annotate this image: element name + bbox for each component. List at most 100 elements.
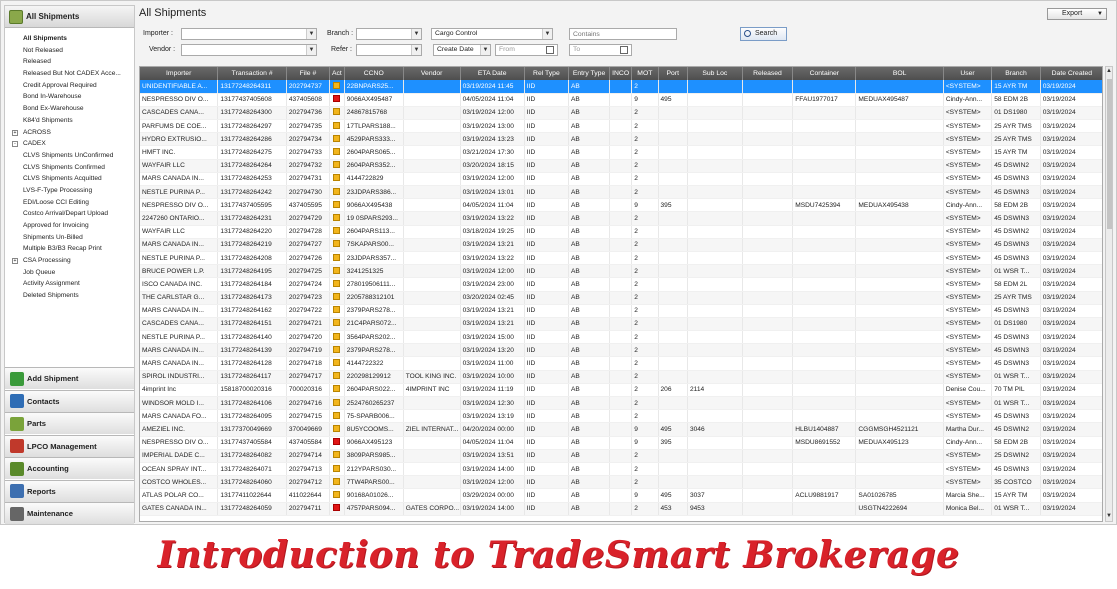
warning-status-icon[interactable] [333, 279, 341, 287]
column-header[interactable]: Branch [991, 67, 1041, 80]
column-header[interactable]: MOT [631, 67, 659, 80]
sidebar-item[interactable]: CLVS Shipments Acquitted [8, 173, 134, 185]
warning-status-icon[interactable] [333, 411, 341, 419]
warning-status-icon[interactable] [333, 213, 341, 221]
warning-status-icon[interactable] [333, 451, 341, 459]
calendar-icon[interactable] [620, 46, 628, 54]
table-row[interactable]: ISCO CANADA INC. 13177248264184 202794724 2… [140, 277, 1102, 292]
warning-status-icon[interactable] [333, 477, 341, 485]
table-row[interactable]: NESTLE PURINA P... 13177248264140 20279472… [140, 330, 1102, 345]
nav-button[interactable]: Parts [5, 412, 134, 434]
scroll-down-icon[interactable]: ▼ [1106, 512, 1112, 521]
sidebar-item[interactable]: Released But Not CADEX Acce... [8, 68, 134, 80]
nav-button[interactable]: Maintenance [5, 502, 134, 524]
sidebar-header[interactable]: All Shipments [5, 6, 134, 28]
column-header[interactable]: Vendor [403, 67, 461, 80]
warning-status-icon[interactable] [333, 424, 341, 432]
warning-status-icon[interactable] [333, 148, 341, 156]
nav-button[interactable]: Reports [5, 479, 134, 502]
expand-icon[interactable]: + [12, 129, 18, 136]
table-row[interactable]: MARS CANADA IN... 13177248264128 202794718… [140, 356, 1102, 371]
nav-button[interactable]: LPCO Management [5, 434, 134, 457]
column-header[interactable]: ETA Date [460, 67, 525, 80]
warning-status-icon[interactable] [333, 81, 341, 89]
warning-status-icon[interactable] [333, 398, 341, 406]
table-row[interactable]: MARS CANADA IN... 13177248264139 202794719… [140, 343, 1102, 358]
table-row[interactable]: CASCADES CANA... 13177248264151 202794721 2… [140, 317, 1102, 332]
search-button[interactable]: Search [740, 27, 787, 41]
warning-status-icon[interactable] [333, 319, 341, 327]
warning-status-icon[interactable] [333, 253, 341, 261]
sidebar-item[interactable]: LVS-F-Type Processing [8, 185, 134, 197]
sidebar-item[interactable]: EDI/Loose CCI Editing [8, 197, 134, 209]
table-row[interactable]: BRUCE POWER L.P. 13177248264195 202794725 3… [140, 264, 1102, 279]
column-header[interactable]: User [943, 67, 993, 80]
sidebar-item[interactable]: Released [8, 56, 134, 68]
table-row[interactable]: 4imprint Inc 15818700020316 700020316 2604P… [140, 383, 1102, 398]
warning-status-icon[interactable] [333, 464, 341, 472]
alert-status-icon[interactable] [333, 95, 341, 103]
column-header[interactable]: Port [658, 67, 688, 80]
warning-status-icon[interactable] [333, 385, 341, 393]
sidebar-item[interactable]: CLVS Shipments UnConfirmed [8, 150, 134, 162]
contains-input[interactable] [569, 28, 677, 40]
sidebar-item[interactable]: Job Queue [8, 267, 134, 279]
warning-status-icon[interactable] [333, 200, 341, 208]
table-row[interactable]: MARS CANADA IN... 13177248264162 202794722… [140, 304, 1102, 318]
sidebar-item[interactable]: Costco Arrival/Depart Upload [8, 208, 134, 220]
column-header[interactable]: BOL [855, 67, 944, 80]
table-row[interactable]: HYDRO EXTRUSIO... 13177248264286 202794734… [140, 132, 1102, 147]
table-row[interactable]: IMPERIAL DADE C... 13177248264082 20279471… [140, 449, 1102, 463]
calendar-icon[interactable] [546, 46, 554, 54]
table-row[interactable]: THE CARLSTAR G... 13177248264173 202794723… [140, 291, 1102, 305]
warning-status-icon[interactable] [333, 490, 341, 498]
alert-status-icon[interactable] [333, 438, 341, 446]
sidebar-item[interactable]: CLVS Shipments Confirmed [8, 162, 134, 174]
column-header[interactable]: Transaction # [217, 67, 287, 80]
warning-status-icon[interactable] [333, 293, 341, 301]
column-header[interactable]: Entry Type [568, 67, 611, 80]
column-header[interactable]: File # [286, 67, 331, 80]
column-header[interactable]: INCO [609, 67, 633, 80]
nav-button[interactable]: Contacts [5, 389, 134, 412]
column-header[interactable]: Importer [140, 67, 219, 80]
sidebar-item[interactable]: Credit Approval Required [8, 80, 134, 92]
warning-status-icon[interactable] [333, 266, 341, 274]
sidebar-item[interactable]: Deleted Shipments [8, 290, 134, 302]
table-row[interactable]: AMEZIEL INC. 13177370049669 370049669 8U5YC… [140, 422, 1102, 437]
table-row[interactable]: NESPRESSO DIV O... 13177437405584 43740558… [140, 436, 1102, 450]
export-button[interactable]: Export ▼ [1047, 8, 1107, 20]
collapse-icon[interactable]: - [12, 141, 18, 148]
to-date-input[interactable]: To [569, 44, 632, 56]
table-row[interactable]: MARS CANADA FO... 13177248264095 202794715… [140, 409, 1102, 424]
table-row[interactable]: ATLAS POLAR CO... 13177411022644 411022644… [140, 488, 1102, 503]
nav-button[interactable]: Accounting [5, 457, 134, 479]
table-row[interactable]: GATES CANADA IN... 13177248264059 20279471… [140, 502, 1102, 516]
column-header[interactable]: Date Created [1040, 67, 1102, 80]
table-row[interactable]: WINDSOR MOLD I... 13177248264106 202794716… [140, 396, 1102, 411]
table-row[interactable]: OCEAN SPRAY INT... 13177248264071 20279471… [140, 462, 1102, 477]
table-row[interactable]: UNIDENTIFIABLE A... 13177248264311 2027947… [140, 80, 1102, 94]
column-header[interactable]: Container [792, 67, 857, 80]
column-header[interactable]: Released [742, 67, 794, 80]
column-header[interactable]: Rel Type [524, 67, 570, 80]
sidebar-item[interactable]: Activity Assignment [8, 278, 134, 290]
warning-status-icon[interactable] [333, 174, 341, 182]
table-row[interactable]: MARS CANADA IN... 13177248264219 202794727… [140, 238, 1102, 252]
date-type-select[interactable]: Create Date ▼ [433, 44, 491, 56]
branch-select[interactable]: ▼ [356, 28, 422, 40]
warning-status-icon[interactable] [333, 345, 341, 353]
warning-status-icon[interactable] [333, 121, 341, 129]
sidebar-item[interactable]: - CADEX [8, 138, 134, 150]
warning-status-icon[interactable] [333, 240, 341, 248]
table-row[interactable]: NESTLE PURINA P... 13177248264208 20279472… [140, 251, 1102, 266]
vertical-scrollbar[interactable]: ▲ ▼ [1105, 66, 1113, 522]
scroll-thumb[interactable] [1107, 79, 1112, 229]
table-row[interactable]: WAYFAIR LLC 13177248264264 202794732 2604PA… [140, 159, 1102, 173]
search-field-select[interactable]: Cargo Control ▼ [431, 28, 553, 40]
table-row[interactable]: SPIROL INDUSTRI... 13177248264117 20279471… [140, 370, 1102, 384]
warning-status-icon[interactable] [333, 161, 341, 169]
table-row[interactable]: PARFUMS DE COE... 13177248264297 202794735… [140, 119, 1102, 134]
vendor-select[interactable]: ▼ [181, 44, 317, 56]
alert-status-icon[interactable] [333, 504, 341, 512]
